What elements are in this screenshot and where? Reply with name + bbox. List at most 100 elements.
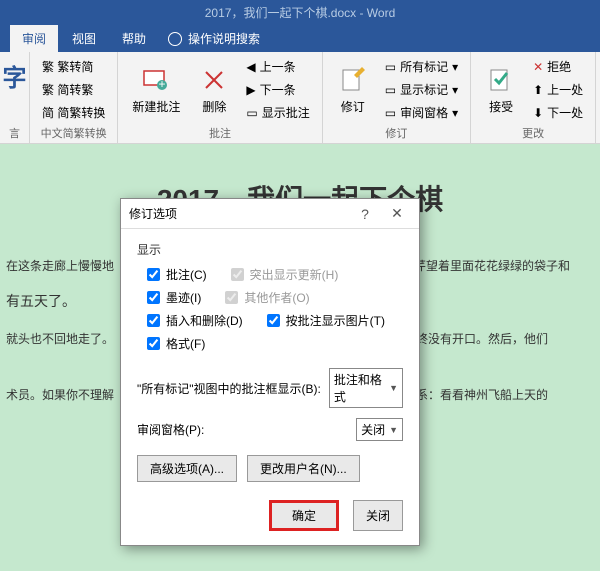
track-icon: [337, 64, 369, 96]
show-comments-button[interactable]: ▭显示批注: [242, 102, 313, 123]
checkbox-label: 墨迹(I): [166, 289, 201, 306]
checkbox-input[interactable]: [267, 314, 280, 327]
balloons-label: "所有标记"视图中的批注框显示(B):: [137, 380, 321, 397]
delete-icon: [198, 64, 230, 96]
doc-icon: ▭: [385, 60, 396, 74]
checkbox-pictures[interactable]: 按批注显示图片(T): [267, 312, 385, 329]
tab-view[interactable]: 视图: [60, 25, 108, 52]
close-icon[interactable]: ✕: [383, 203, 411, 225]
title-bar: 2017，我们一起下个棋.docx - Word: [0, 0, 600, 24]
to-traditional-button[interactable]: 繁 简转繁: [38, 79, 109, 100]
checkbox-comments[interactable]: 批注(C): [147, 266, 207, 283]
text: 最终没有开口。然后，他们: [404, 332, 548, 346]
pane-dropdown[interactable]: 关闭 ▼: [356, 418, 403, 441]
markup-icon: ▭: [385, 83, 396, 97]
group-label: 言: [8, 123, 21, 141]
checkbox-highlight: 突出显示更新(H): [231, 266, 339, 283]
chevron-down-icon: ▼: [389, 425, 398, 435]
char-button[interactable]: 字: [8, 56, 21, 95]
balloons-value: 批注和格式: [334, 371, 385, 405]
track-changes-options-dialog: 修订选项 ? ✕ 显示 批注(C) 突出显示更新(H) 墨迹(I) 其他作者(O…: [120, 198, 420, 546]
pane-label: 审阅窗格(P):: [137, 421, 204, 438]
advanced-options-button[interactable]: 高级选项(A)...: [137, 455, 237, 482]
checkbox-input[interactable]: [147, 314, 160, 327]
x-icon: ✕: [533, 60, 543, 74]
dialog-title: 修订选项: [129, 205, 177, 222]
tab-help[interactable]: 帮助: [110, 25, 158, 52]
to-simplified-button[interactable]: 繁 繁转简: [38, 56, 109, 77]
checkbox-label: 突出显示更新(H): [250, 266, 339, 283]
markup-dropdown[interactable]: ▭所有标记 ▾: [381, 56, 462, 77]
group-label-changes: 更改: [479, 123, 587, 141]
checkbox-label: 按批注显示图片(T): [286, 312, 385, 329]
prev-change-button[interactable]: ⬆ 上一处: [529, 79, 587, 100]
prevchg-label: 上一处: [547, 81, 583, 98]
track-label: 修订: [341, 98, 365, 115]
tell-me-label: 操作说明搜索: [188, 30, 260, 47]
prev-label: 上一条: [260, 58, 296, 75]
prev-comment-button[interactable]: ◀ 上一条: [242, 56, 313, 77]
showmarkup-label: 显示标记: [400, 81, 448, 98]
delete-comment-button[interactable]: 删除: [192, 56, 236, 123]
text: 芹望着里面花花绿绿的袋子和: [414, 259, 570, 273]
dialog-titlebar: 修订选项 ? ✕: [121, 199, 419, 229]
markup-label: 所有标记: [400, 58, 448, 75]
ribbon: 字 言 繁 繁转简 繁 简转繁 简 简繁转换 中文简繁转换 + 新建批注 删除 …: [0, 52, 600, 144]
checkbox-input: [231, 268, 244, 281]
dialog-body: 显示 批注(C) 突出显示更新(H) 墨迹(I) 其他作者(O) 插入和删除(D…: [121, 229, 419, 545]
checkbox-input[interactable]: [147, 291, 160, 304]
checkbox-insertions-deletions[interactable]: 插入和删除(D): [147, 312, 243, 329]
reject-button[interactable]: ✕ 拒绝: [529, 56, 587, 77]
show-markup-button[interactable]: ▭显示标记 ▾: [381, 79, 462, 100]
ribbon-group-convert: 繁 繁转简 繁 简转繁 简 简繁转换 中文简繁转换: [30, 52, 118, 143]
cancel-button[interactable]: 关闭: [353, 500, 403, 531]
text: 术员。如果你不理解: [6, 388, 114, 402]
next-change-button[interactable]: ⬇下一处: [529, 102, 587, 123]
up-icon: ⬆: [533, 83, 543, 97]
group-label-convert: 中文简繁转换: [38, 123, 109, 141]
ribbon-tabs: 审阅 视图 帮助 操作说明搜索: [0, 24, 600, 52]
tab-review[interactable]: 审阅: [10, 25, 58, 52]
checkbox-label: 批注(C): [166, 266, 207, 283]
new-comment-icon: +: [140, 64, 172, 96]
reviewing-pane-button[interactable]: ▭审阅窗格 ▾: [381, 102, 462, 123]
ribbon-group-left: 字 言: [0, 52, 30, 143]
ribbon-group-changes: 接受 ✕ 拒绝 ⬆ 上一处 ⬇下一处 更改: [471, 52, 596, 143]
new-comment-label: 新建批注: [132, 98, 180, 115]
help-icon[interactable]: ?: [351, 203, 379, 225]
next-label: 下一条: [260, 81, 296, 98]
text: 关系：看看神州飞船上天的: [404, 388, 548, 402]
delete-label: 删除: [202, 98, 226, 115]
down-icon: ⬇: [533, 106, 543, 120]
accept-button[interactable]: 接受: [479, 56, 523, 123]
track-changes-button[interactable]: 修订: [331, 56, 375, 123]
balloons-dropdown[interactable]: 批注和格式 ▼: [329, 368, 403, 408]
checkbox-other-authors: 其他作者(O): [225, 289, 309, 306]
change-username-button[interactable]: 更改用户名(N)...: [247, 455, 360, 482]
checkbox-ink[interactable]: 墨迹(I): [147, 289, 201, 306]
document-title: 2017，我们一起下个棋.docx - Word: [205, 4, 396, 21]
ribbon-group-comments: + 新建批注 删除 ◀ 上一条 ▶ 下一条 ▭显示批注 批注: [118, 52, 322, 143]
accept-label: 接受: [489, 98, 513, 115]
svg-text:+: +: [159, 77, 166, 91]
checkbox-label: 其他作者(O): [244, 289, 309, 306]
group-label-comments: 批注: [126, 123, 313, 141]
text: 在这条走廊上慢慢地: [6, 259, 114, 273]
new-comment-button[interactable]: + 新建批注: [126, 56, 186, 123]
next-comment-button[interactable]: ▶ 下一条: [242, 79, 313, 100]
checkbox-input[interactable]: [147, 268, 160, 281]
tell-me-search[interactable]: 操作说明搜索: [160, 25, 268, 52]
checkbox-formatting[interactable]: 格式(F): [147, 335, 205, 352]
checkbox-input: [225, 291, 238, 304]
checkbox-label: 插入和删除(D): [166, 312, 243, 329]
arrow-left-icon: ◀: [246, 60, 255, 74]
show-label: 显示批注: [262, 104, 310, 121]
display-section-label: 显示: [137, 241, 403, 258]
checkbox-input[interactable]: [147, 337, 160, 350]
pane-label: 审阅窗格: [400, 104, 448, 121]
ok-button[interactable]: 确定: [269, 500, 339, 531]
reject-label: 拒绝: [547, 58, 571, 75]
ribbon-group-tracking: 修订 ▭所有标记 ▾ ▭显示标记 ▾ ▭审阅窗格 ▾ 修订: [323, 52, 471, 143]
arrow-right-icon: ▶: [246, 83, 255, 97]
convert-button[interactable]: 简 简繁转换: [38, 102, 109, 123]
